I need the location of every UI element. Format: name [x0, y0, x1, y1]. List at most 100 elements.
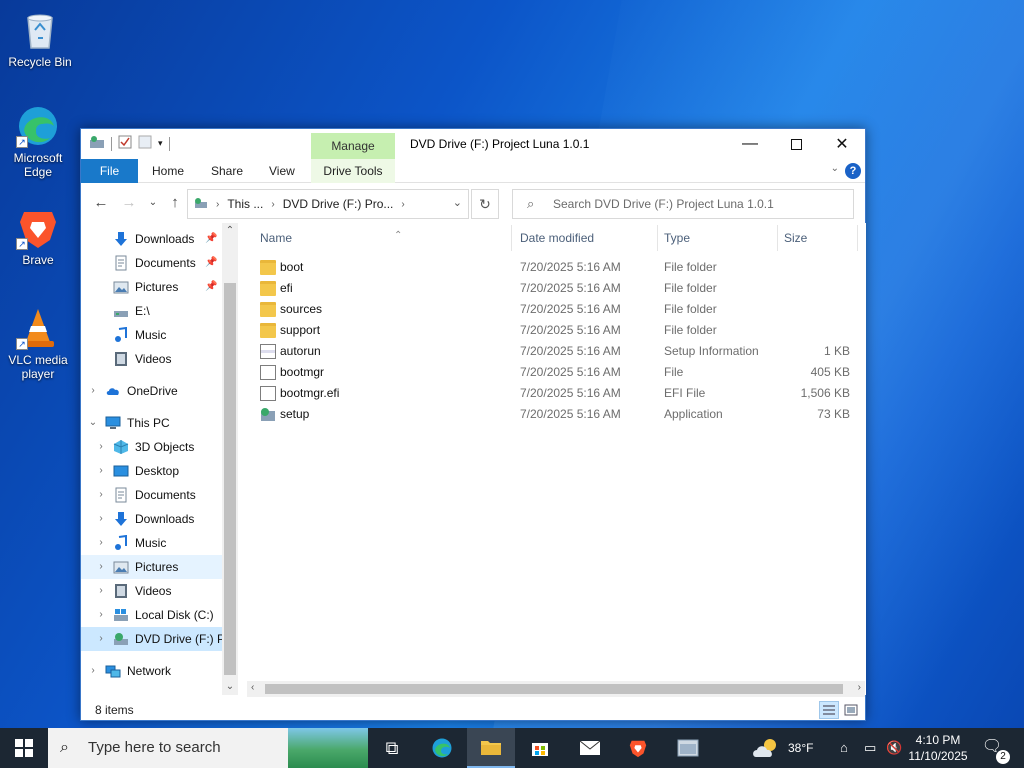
back-button[interactable]: ← — [91, 193, 111, 213]
expand-arrow-icon[interactable]: › — [95, 507, 107, 531]
action-center-button[interactable]: 🗨 2 — [980, 736, 1010, 764]
maximize-button[interactable] — [773, 129, 819, 159]
address-bar[interactable]: › This ... › DVD Drive (F:) Pro... › ⌄ — [187, 189, 469, 219]
scroll-down-icon[interactable]: ⌄ — [222, 679, 238, 695]
nav-item-onedrive[interactable]: › OneDrive — [81, 379, 238, 403]
tab-file[interactable]: File — [81, 159, 138, 183]
file-row[interactable]: setup 7/20/2025 5:16 AM Application 73 KB — [238, 404, 866, 425]
manage-contextual-tab[interactable]: Manage — [311, 133, 395, 159]
expand-arrow-icon[interactable]: › — [95, 531, 107, 555]
nav-item-quick-pictures[interactable]: Pictures 📌 — [81, 275, 238, 299]
taskbar-file-explorer[interactable] — [467, 728, 515, 768]
expand-arrow-icon[interactable]: › — [95, 555, 107, 579]
weather-widget[interactable] — [752, 728, 788, 768]
nav-item-downloads[interactable]: › Downloads — [81, 507, 238, 531]
nav-item-music[interactable]: › Music — [81, 531, 238, 555]
new-folder-icon[interactable] — [138, 135, 152, 152]
task-view-button[interactable]: ⧉ — [368, 728, 416, 768]
file-row[interactable]: sources 7/20/2025 5:16 AM File folder — [238, 299, 866, 320]
start-button[interactable] — [0, 728, 48, 768]
file-row[interactable]: support 7/20/2025 5:16 AM File folder — [238, 320, 866, 341]
scroll-up-icon[interactable]: ⌃ — [222, 223, 238, 239]
help-icon[interactable]: ? — [845, 163, 861, 179]
expand-arrow-icon[interactable]: › — [87, 379, 99, 403]
nav-pane-scrollbar[interactable]: ⌃ ⌄ — [222, 223, 238, 695]
collapse-arrow-icon[interactable]: ⌄ — [87, 411, 99, 435]
expand-arrow-icon[interactable]: › — [95, 579, 107, 603]
breadcrumb-arrow-icon[interactable]: › — [216, 199, 219, 210]
expand-arrow-icon[interactable]: › — [95, 627, 107, 651]
nav-item-videos[interactable]: › Videos — [81, 579, 238, 603]
nav-item-quick-downloads[interactable]: Downloads 📌 — [81, 227, 238, 251]
up-button[interactable]: ↑ — [165, 193, 185, 213]
nav-item-network[interactable]: › Network — [81, 659, 238, 683]
taskbar-edge[interactable] — [418, 728, 466, 768]
desktop-icon-recycle-bin[interactable]: Recycle Bin — [2, 8, 78, 69]
recent-locations-button[interactable]: ⌄ — [143, 193, 163, 213]
address-history-chevron-icon[interactable]: ⌄ — [453, 196, 462, 209]
minimize-button[interactable]: — — [727, 129, 773, 159]
expand-arrow-icon[interactable]: › — [87, 659, 99, 683]
nav-item-dvd-drive-f[interactable]: › DVD Drive (F:) Pr — [81, 627, 238, 651]
file-row[interactable]: boot 7/20/2025 5:16 AM File folder — [238, 257, 866, 278]
expand-arrow-icon[interactable]: › — [95, 459, 107, 483]
breadcrumb-dvd-drive[interactable]: DVD Drive (F:) Pro... — [283, 197, 394, 211]
expand-arrow-icon[interactable]: › — [95, 435, 107, 459]
breadcrumb-this-pc[interactable]: This ... — [227, 197, 263, 211]
nav-item-quick-music[interactable]: Music — [81, 323, 238, 347]
taskbar-brave[interactable] — [614, 728, 662, 768]
file-row[interactable]: bootmgr.efi 7/20/2025 5:16 AM EFI File 1,50… — [238, 383, 866, 404]
taskbar-store[interactable] — [516, 728, 564, 768]
nav-item-quick-videos[interactable]: Videos — [81, 347, 238, 371]
column-header-type[interactable]: Type — [658, 225, 778, 251]
expand-arrow-icon[interactable]: › — [95, 603, 107, 627]
clock[interactable]: 4:10 PM 11/10/2025 — [900, 732, 976, 764]
file-row[interactable]: autorun 7/20/2025 5:16 AM Setup Informatio… — [238, 341, 866, 362]
customize-toolbar-icon[interactable]: ▾ — [158, 138, 163, 149]
drive-icon[interactable] — [89, 135, 105, 152]
close-button[interactable]: ✕ — [819, 129, 865, 159]
expand-arrow-icon[interactable]: › — [95, 483, 107, 507]
details-view-button[interactable] — [819, 701, 839, 719]
desktop-icon-vlc[interactable]: ↗ VLC media player — [0, 306, 76, 381]
nav-item-3d-objects[interactable]: › 3D Objects — [81, 435, 238, 459]
nav-item-quick-e-drive[interactable]: E:\ — [81, 299, 238, 323]
expand-ribbon-icon[interactable]: ⌄ — [831, 163, 839, 174]
breadcrumb-arrow-icon[interactable]: › — [401, 199, 404, 210]
desktop-icon-edge[interactable]: ↗ Microsoft Edge — [0, 104, 76, 179]
meet-now-icon[interactable]: ⌂ — [840, 728, 848, 768]
refresh-button[interactable]: ↻ — [471, 189, 499, 219]
nav-item-local-disk-c[interactable]: › Local Disk (C:) — [81, 603, 238, 627]
scrollbar-thumb[interactable] — [224, 283, 236, 675]
nav-item-pictures[interactable]: › Pictures — [81, 555, 238, 579]
scroll-left-icon[interactable]: ‹ — [251, 682, 254, 693]
nav-item-documents[interactable]: › Documents — [81, 483, 238, 507]
tab-drive-tools[interactable]: Drive Tools — [311, 159, 395, 183]
nav-item-this-pc[interactable]: ⌄ This PC — [81, 411, 238, 435]
search-input[interactable]: ⌕ Search DVD Drive (F:) Project Luna 1.0… — [512, 189, 854, 219]
weather-temperature[interactable]: 38°F — [788, 728, 813, 768]
taskbar-mail[interactable] — [566, 728, 614, 768]
tab-share[interactable]: Share — [211, 159, 243, 183]
column-header-size[interactable]: Size — [778, 225, 858, 251]
scroll-right-icon[interactable]: › — [858, 682, 861, 693]
breadcrumb-arrow-icon[interactable]: › — [271, 199, 274, 210]
desktop-icon-brave[interactable]: ↗ Brave — [0, 206, 76, 267]
column-header-date[interactable]: Date modified — [514, 225, 658, 251]
taskbar-app[interactable] — [664, 728, 712, 768]
file-row[interactable]: bootmgr 7/20/2025 5:16 AM File 405 KB — [238, 362, 866, 383]
network-status-icon[interactable]: ▭ — [864, 728, 876, 768]
file-row[interactable]: efi 7/20/2025 5:16 AM File folder — [238, 278, 866, 299]
large-icons-view-button[interactable] — [841, 701, 861, 719]
nav-item-quick-documents[interactable]: Documents 📌 — [81, 251, 238, 275]
taskbar-search-box[interactable]: ⌕ Type here to search — [48, 728, 368, 768]
properties-icon[interactable] — [118, 135, 132, 152]
tab-home[interactable]: Home — [152, 159, 184, 183]
nav-item-desktop[interactable]: › Desktop — [81, 459, 238, 483]
scrollbar-thumb[interactable] — [265, 684, 843, 694]
navigation-pane: Downloads 📌 Documents 📌 Pictures 📌 E:\ M… — [81, 223, 238, 695]
forward-button[interactable]: → — [119, 193, 139, 213]
column-header-name[interactable]: Name ⌃ — [254, 225, 512, 251]
file-list-horizontal-scrollbar[interactable]: ‹ › — [247, 681, 865, 697]
tab-view[interactable]: View — [269, 159, 295, 183]
